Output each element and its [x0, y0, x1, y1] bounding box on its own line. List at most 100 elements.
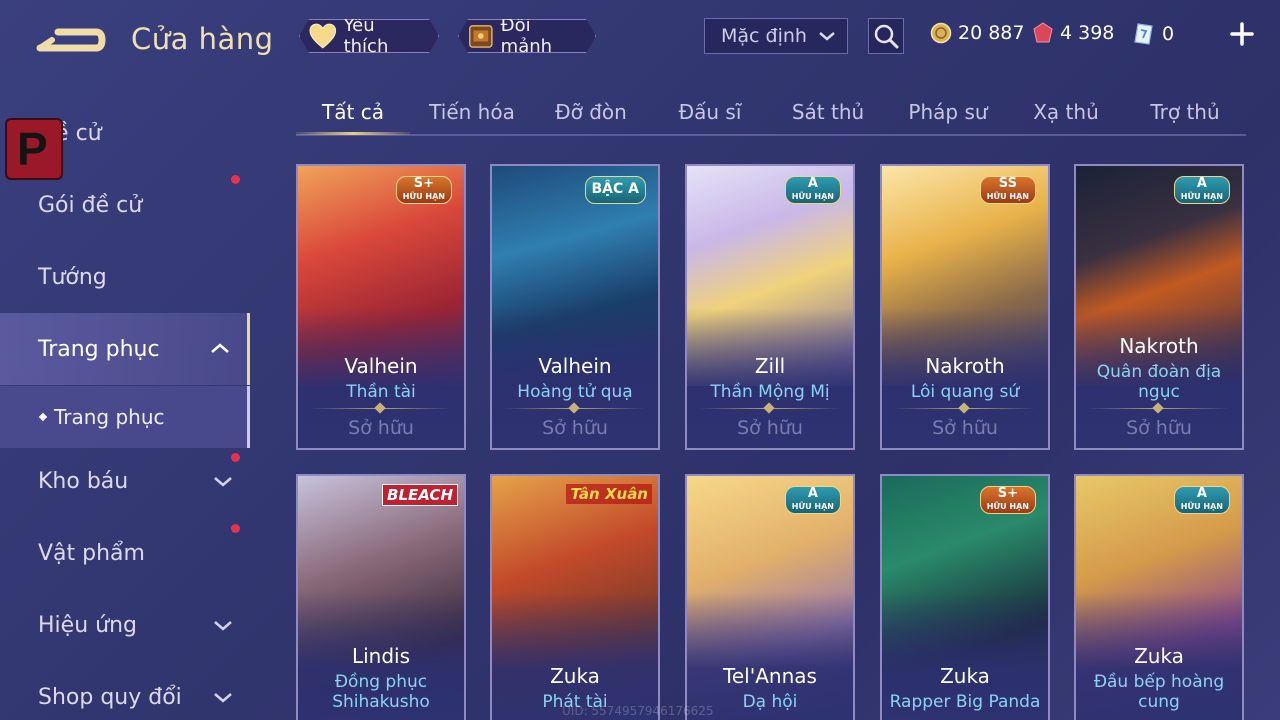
- hero-name: Lindis: [351, 644, 411, 668]
- skin-name: Thần tài: [346, 382, 416, 402]
- tab-tank[interactable]: Đỡ đòn: [534, 100, 648, 124]
- chevron-up-icon: [211, 343, 229, 353]
- fragment-currency: 0: [1132, 22, 1174, 46]
- sidebar-subitem-label: Trang phục: [54, 405, 165, 429]
- sidebar-item-label: Tướng: [38, 264, 107, 290]
- user-id-watermark: UID: 5574957946176625: [562, 704, 714, 718]
- sidebar-item-heroes[interactable]: Tướng: [0, 241, 250, 313]
- chevron-down-icon: [819, 32, 835, 41]
- tab-assassin[interactable]: Sát thủ: [770, 100, 886, 124]
- tab-warrior[interactable]: Đấu sĩ: [652, 100, 768, 124]
- skin-card[interactable]: S+ HỮU HẠN Zuka Rapper Big Panda: [880, 474, 1050, 720]
- chest-icon: [467, 21, 495, 51]
- rarity-badge: A HỮU HẠN: [1173, 486, 1230, 514]
- skin-name: Đầu bếp hoàng cung: [1093, 672, 1225, 712]
- chevron-down-icon: [214, 621, 232, 631]
- gold-amount: 20 887: [958, 22, 1025, 44]
- heart-icon: [308, 22, 338, 50]
- hero-name: Nakroth: [925, 354, 1005, 378]
- divider: [504, 408, 646, 409]
- sidebar-item-items[interactable]: Vật phẩm: [0, 517, 250, 589]
- divider: [894, 408, 1036, 409]
- diamond-bullet-icon: [38, 412, 48, 422]
- tab-all[interactable]: Tất cả: [296, 100, 410, 124]
- skin-card[interactable]: A HỮU HẠN Nakroth Quân đoàn địa ngục Sở h…: [1074, 164, 1244, 450]
- voucher-amount: 4 398: [1060, 22, 1115, 44]
- skin-name: Hoàng tử quạ: [517, 382, 633, 402]
- hero-name: Zill: [754, 354, 786, 378]
- sidebar-item-label: Kho báu: [38, 468, 129, 494]
- tab-support[interactable]: Trợ thủ: [1126, 100, 1244, 124]
- sort-dropdown[interactable]: Mặc định: [704, 18, 848, 54]
- back-button[interactable]: [36, 20, 106, 60]
- divider: [1088, 408, 1230, 409]
- skin-card[interactable]: A HỮU HẠN Zill Thần Mộng Mị Sở hữu: [685, 164, 855, 450]
- search-icon: [874, 24, 899, 49]
- plus-icon: [1230, 22, 1254, 46]
- gold-coin-icon: [930, 22, 952, 44]
- favorite-label: Yêu thích: [343, 15, 389, 57]
- chevron-down-icon: [214, 693, 232, 703]
- hero-name: Zuka: [940, 664, 990, 688]
- sidebar: Đề cử Gói đề cử Tướng Trang phục Trang p…: [0, 95, 252, 720]
- sidebar-item-label: Vật phẩm: [38, 540, 145, 566]
- fragment-card-icon: [1134, 23, 1153, 45]
- hero-name: Valhein: [344, 354, 418, 378]
- skin-name: Lôi quang sứ: [910, 382, 1020, 402]
- divider: [699, 408, 841, 409]
- rarity-badge: BẬC A: [584, 176, 646, 204]
- rarity-badge: A HỮU HẠN: [1173, 176, 1230, 204]
- sidebar-item-skins[interactable]: Trang phục: [0, 313, 250, 385]
- sidebar-item-label: Trang phục: [38, 336, 160, 362]
- skin-card[interactable]: S+ HỮU HẠN Valhein Thần tài Sở hữu: [296, 164, 466, 450]
- favorite-button[interactable]: Yêu thích: [299, 19, 439, 53]
- active-tab-indicator: [296, 132, 410, 135]
- skin-name: Quân đoàn địa ngục: [1096, 362, 1222, 402]
- chevron-down-icon: [214, 477, 232, 487]
- add-currency-button[interactable]: [1228, 20, 1256, 48]
- hero-name: Zuka: [1134, 644, 1184, 668]
- rarity-badge: S+ HỮU HẠN: [979, 486, 1036, 514]
- sidebar-subitem-skins[interactable]: Trang phục: [0, 386, 250, 448]
- exchange-fragments-button[interactable]: Đổi mảnh: [458, 19, 596, 53]
- red-gem-icon: [1033, 22, 1053, 43]
- skin-name: Đồng phục Shihakusho: [332, 672, 430, 712]
- skin-name: Rapper Big Panda: [889, 692, 1041, 712]
- rarity-badge: A HỮU HẠN: [784, 486, 841, 514]
- sidebar-item-effects[interactable]: Hiệu ứng: [0, 589, 250, 661]
- voucher-currency: 4 398: [1032, 22, 1114, 44]
- rarity-badge: SS HỮU HẠN: [979, 176, 1036, 204]
- search-button[interactable]: [868, 18, 904, 54]
- rarity-badge: A HỮU HẠN: [784, 176, 841, 204]
- sidebar-item-label: Gói đề cử: [38, 192, 143, 218]
- skin-card[interactable]: BLEACH Lindis Đồng phục Shihakusho: [296, 474, 466, 720]
- hero-name: Nakroth: [1119, 334, 1199, 358]
- hero-name: Zuka: [550, 664, 600, 688]
- rarity-badge: S+ HỮU HẠN: [395, 176, 452, 204]
- sidebar-item-treasure[interactable]: Kho báu: [0, 445, 250, 517]
- back-arrow-icon: [36, 28, 106, 52]
- skin-card[interactable]: A HỮU HẠN Tel'Annas Dạ hội: [685, 474, 855, 720]
- owned-status: Sở hữu: [1126, 417, 1192, 439]
- sidebar-item-label: Shop quy đổi: [38, 684, 182, 710]
- skin-card[interactable]: A HỮU HẠN Zuka Đầu bếp hoàng cung: [1074, 474, 1244, 720]
- tab-mage[interactable]: Pháp sư: [890, 100, 1006, 124]
- owned-status: Sở hữu: [348, 417, 414, 439]
- overlay-app-logo: P: [5, 118, 63, 180]
- top-bar: Cửa hàng Yêu thích Đổi mảnh Mặc định 20 …: [0, 0, 1280, 72]
- tab-marksman[interactable]: Xạ thủ: [1008, 100, 1124, 124]
- collab-logo: BLEACH: [382, 484, 458, 506]
- skin-card[interactable]: SS HỮU HẠN Nakroth Lôi quang sứ Sở hữu: [880, 164, 1050, 450]
- tab-evolution[interactable]: Tiến hóa: [414, 100, 530, 124]
- fragment-amount: 0: [1162, 23, 1175, 45]
- exchange-label: Đổi mảnh: [500, 15, 553, 57]
- sidebar-item-label: Hiệu ứng: [38, 612, 137, 638]
- skin-card[interactable]: BẬC A Valhein Hoàng tử quạ Sở hữu: [490, 164, 660, 450]
- sidebar-item-exchange-shop[interactable]: Shop quy đổi: [0, 661, 250, 720]
- owned-status: Sở hữu: [542, 417, 608, 439]
- owned-status: Sở hữu: [737, 417, 803, 439]
- category-tabs: Tất cả Tiến hóa Đỡ đòn Đấu sĩ Sát thủ Ph…: [296, 92, 1246, 136]
- divider: [310, 408, 452, 409]
- skin-card[interactable]: Tân Xuân Zuka Phát tài: [490, 474, 660, 720]
- hero-name: Valhein: [538, 354, 612, 378]
